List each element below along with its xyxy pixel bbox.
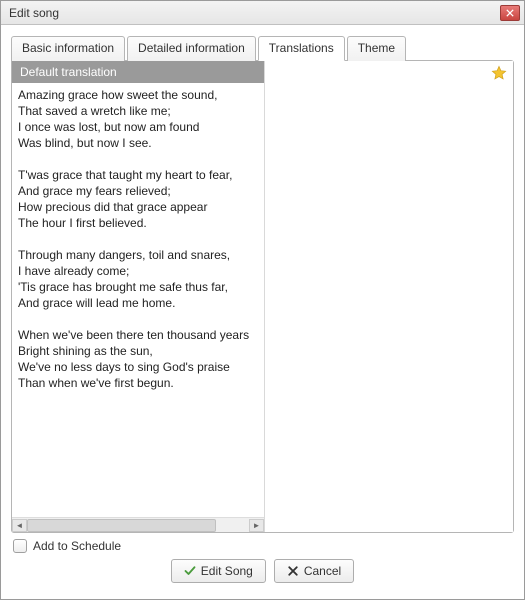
- translation-pane: Default translation Amazing grace how sw…: [12, 61, 265, 532]
- tab-label: Basic information: [22, 41, 114, 55]
- star-icon: [491, 65, 507, 81]
- check-icon: [184, 565, 196, 577]
- horizontal-scrollbar[interactable]: ◄ ►: [12, 517, 264, 532]
- translation-right-pane: [265, 61, 513, 532]
- edit-song-dialog: Edit song Basic information Detailed inf…: [0, 0, 525, 600]
- cancel-button[interactable]: Cancel: [274, 559, 354, 583]
- tab-translations[interactable]: Translations: [258, 36, 345, 61]
- add-to-schedule-checkbox[interactable]: [13, 539, 27, 553]
- footer-options: Add to Schedule: [11, 533, 514, 555]
- window-title: Edit song: [9, 6, 500, 20]
- tab-panel-translations: Default translation Amazing grace how sw…: [11, 60, 514, 533]
- close-button[interactable]: [500, 5, 520, 21]
- dialog-buttons: Edit Song Cancel: [11, 555, 514, 591]
- dialog-content: Basic information Detailed information T…: [1, 25, 524, 599]
- default-translation-star[interactable]: [491, 65, 507, 81]
- scroll-left-button[interactable]: ◄: [12, 519, 27, 532]
- x-icon: [287, 565, 299, 577]
- lyrics-wrap: Amazing grace how sweet the sound, That …: [12, 83, 264, 517]
- tab-bar: Basic information Detailed information T…: [11, 35, 514, 60]
- edit-song-button[interactable]: Edit Song: [171, 559, 266, 583]
- tab-theme[interactable]: Theme: [347, 36, 406, 61]
- scroll-track[interactable]: [27, 519, 249, 532]
- lyrics-textarea[interactable]: Amazing grace how sweet the sound, That …: [12, 83, 264, 517]
- tab-basic-information[interactable]: Basic information: [11, 36, 125, 61]
- add-to-schedule-label[interactable]: Add to Schedule: [33, 539, 121, 553]
- tab-label: Theme: [358, 41, 395, 55]
- scroll-right-button[interactable]: ►: [249, 519, 264, 532]
- tab-label: Translations: [269, 41, 334, 55]
- button-label: Cancel: [304, 564, 341, 578]
- titlebar: Edit song: [1, 1, 524, 25]
- close-icon: [506, 9, 514, 17]
- tab-label: Detailed information: [138, 41, 245, 55]
- tab-detailed-information[interactable]: Detailed information: [127, 36, 256, 61]
- scroll-thumb[interactable]: [27, 519, 216, 532]
- button-label: Edit Song: [201, 564, 253, 578]
- translation-header[interactable]: Default translation: [12, 61, 264, 83]
